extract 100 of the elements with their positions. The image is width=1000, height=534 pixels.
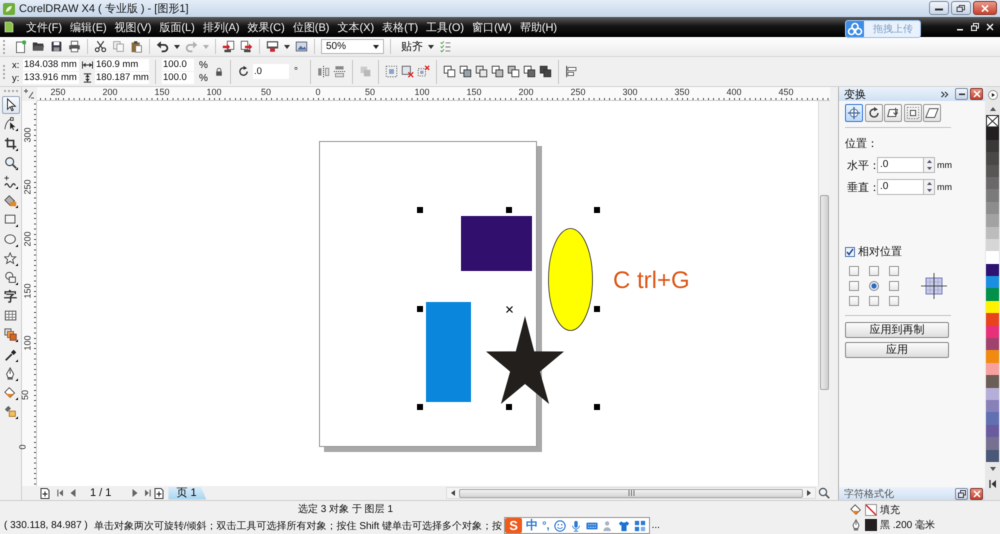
menu-item[interactable]: 帮助(H)	[520, 20, 558, 34]
overlapping-squares-icon[interactable]	[539, 65, 552, 78]
drawing-canvas[interactable]: C trl+G	[37, 101, 818, 486]
caret-icon[interactable]	[428, 44, 434, 48]
size-field[interactable]: 160.9 mm	[95, 59, 149, 71]
number-field[interactable]: .0	[877, 157, 924, 173]
restore-button[interactable]	[951, 1, 971, 15]
clipboard-icon[interactable]	[130, 40, 143, 53]
vertical-scrollbar[interactable]	[818, 101, 830, 486]
up-arrow-icon[interactable]	[990, 107, 996, 111]
selection-handle[interactable]	[417, 306, 423, 312]
checkbox[interactable]	[845, 246, 855, 256]
transform-mode-button[interactable]	[884, 104, 902, 122]
anchor-checkbox[interactable]	[889, 296, 899, 306]
horizontal-scrollbar[interactable]	[446, 487, 816, 499]
smiley-icon[interactable]	[554, 520, 566, 532]
tool-button[interactable]	[2, 115, 20, 134]
restore-button[interactable]	[955, 488, 968, 500]
right-arrow-icon[interactable]	[807, 490, 811, 496]
undo-arrow-icon[interactable]	[156, 40, 169, 53]
anchor-checkbox[interactable]	[869, 266, 879, 276]
checklist-icon[interactable]	[439, 40, 452, 53]
mirror-bars-icon[interactable]	[333, 65, 346, 78]
page-arrow-icon[interactable]	[222, 40, 235, 53]
tool-button[interactable]	[2, 384, 20, 402]
selection-handle[interactable]	[506, 207, 512, 213]
overlapping-squares-icon[interactable]	[523, 65, 536, 78]
minimize-button[interactable]	[955, 88, 968, 100]
minimize-button[interactable]	[929, 1, 949, 15]
printer-icon[interactable]	[68, 40, 81, 53]
scrollbar-thumb[interactable]	[459, 488, 803, 498]
color-swatch[interactable]	[986, 388, 999, 400]
dotted-square-icon[interactable]	[385, 65, 398, 78]
caret-icon[interactable]	[174, 44, 180, 48]
anchor-checkbox[interactable]	[849, 266, 859, 276]
selection-handle[interactable]	[594, 207, 600, 213]
color-swatch[interactable]	[986, 214, 999, 227]
tool-button[interactable]	[2, 96, 20, 114]
collapsed-docker-bar[interactable]: 字符格式化	[839, 487, 985, 500]
color-swatch[interactable]	[986, 264, 999, 276]
restore-icon[interactable]	[971, 23, 979, 31]
ruler-origin-icon[interactable]	[23, 89, 35, 99]
shirt-icon[interactable]	[618, 520, 630, 532]
selection-handle[interactable]	[594, 404, 600, 410]
punctuation-toggle[interactable]: °,	[542, 520, 550, 532]
spin-button[interactable]	[924, 179, 935, 195]
position-field[interactable]: 184.038 mm	[23, 59, 79, 71]
square-cross-icon[interactable]	[401, 65, 414, 78]
menu-item[interactable]: 表格(T)	[382, 20, 418, 34]
color-swatch[interactable]	[986, 176, 999, 190]
menu-item[interactable]: 文件(F)	[26, 20, 62, 34]
menu-item[interactable]: 视图(V)	[114, 20, 152, 34]
color-swatch[interactable]	[986, 152, 999, 165]
microphone-icon[interactable]	[570, 520, 582, 532]
anchor-checkbox[interactable]	[889, 281, 899, 291]
caret-icon[interactable]	[284, 44, 290, 48]
page-tab[interactable]: 页 1	[168, 486, 206, 500]
down-arrow-icon[interactable]	[990, 466, 996, 471]
tool-button[interactable]	[2, 326, 20, 344]
overlapping-squares-icon[interactable]	[459, 65, 472, 78]
color-swatch[interactable]	[986, 350, 999, 363]
color-swatch[interactable]	[986, 424, 999, 438]
color-swatch[interactable]	[986, 313, 999, 326]
checkbox-label[interactable]: 相对位置	[858, 244, 902, 259]
keyboard-icon[interactable]	[586, 520, 598, 532]
overlapping-squares-icon[interactable]	[475, 65, 488, 78]
last-page-icon[interactable]	[145, 489, 152, 497]
color-swatch[interactable]	[986, 189, 999, 202]
scrollbar-thumb[interactable]	[820, 195, 829, 390]
picture-frame-icon[interactable]	[295, 40, 308, 53]
magnifier-icon[interactable]	[818, 487, 830, 499]
menu-item[interactable]: 文本(X)	[337, 20, 374, 34]
position-field[interactable]: 133.916 mm	[23, 72, 79, 84]
first-page-icon[interactable]	[57, 489, 63, 497]
lock-icon[interactable]	[214, 66, 224, 76]
color-swatch[interactable]	[986, 251, 999, 264]
anchor-checkbox[interactable]	[849, 281, 859, 291]
overlapping-squares-icon[interactable]	[491, 65, 504, 78]
color-swatch[interactable]	[986, 412, 999, 425]
color-swatch[interactable]	[986, 400, 999, 412]
add-page-icon[interactable]	[154, 488, 164, 498]
snap-menu[interactable]: 贴齐	[401, 39, 423, 54]
color-swatch[interactable]	[986, 127, 999, 140]
zoom-level-dropdown[interactable]: 50%	[321, 39, 384, 54]
color-swatch[interactable]	[986, 202, 999, 214]
color-swatch[interactable]	[986, 437, 999, 450]
close-button[interactable]	[970, 88, 983, 100]
mirror-bars-icon[interactable]	[317, 65, 330, 78]
docker-title[interactable]: 字符格式化	[844, 486, 894, 500]
left-arrow-icon[interactable]	[451, 490, 455, 496]
number-field[interactable]: .0	[877, 179, 924, 195]
color-swatch[interactable]	[986, 375, 999, 388]
square-cross-icon[interactable]	[417, 65, 430, 78]
anchor-checkbox[interactable]	[849, 296, 859, 306]
selection-handle[interactable]	[594, 306, 600, 312]
color-swatch[interactable]	[986, 238, 999, 252]
menu-item[interactable]: 效果(C)	[248, 20, 285, 34]
app-grid-icon[interactable]	[634, 520, 646, 532]
overlapping-squares-icon[interactable]	[443, 65, 456, 78]
monitor-icon[interactable]	[266, 40, 279, 53]
